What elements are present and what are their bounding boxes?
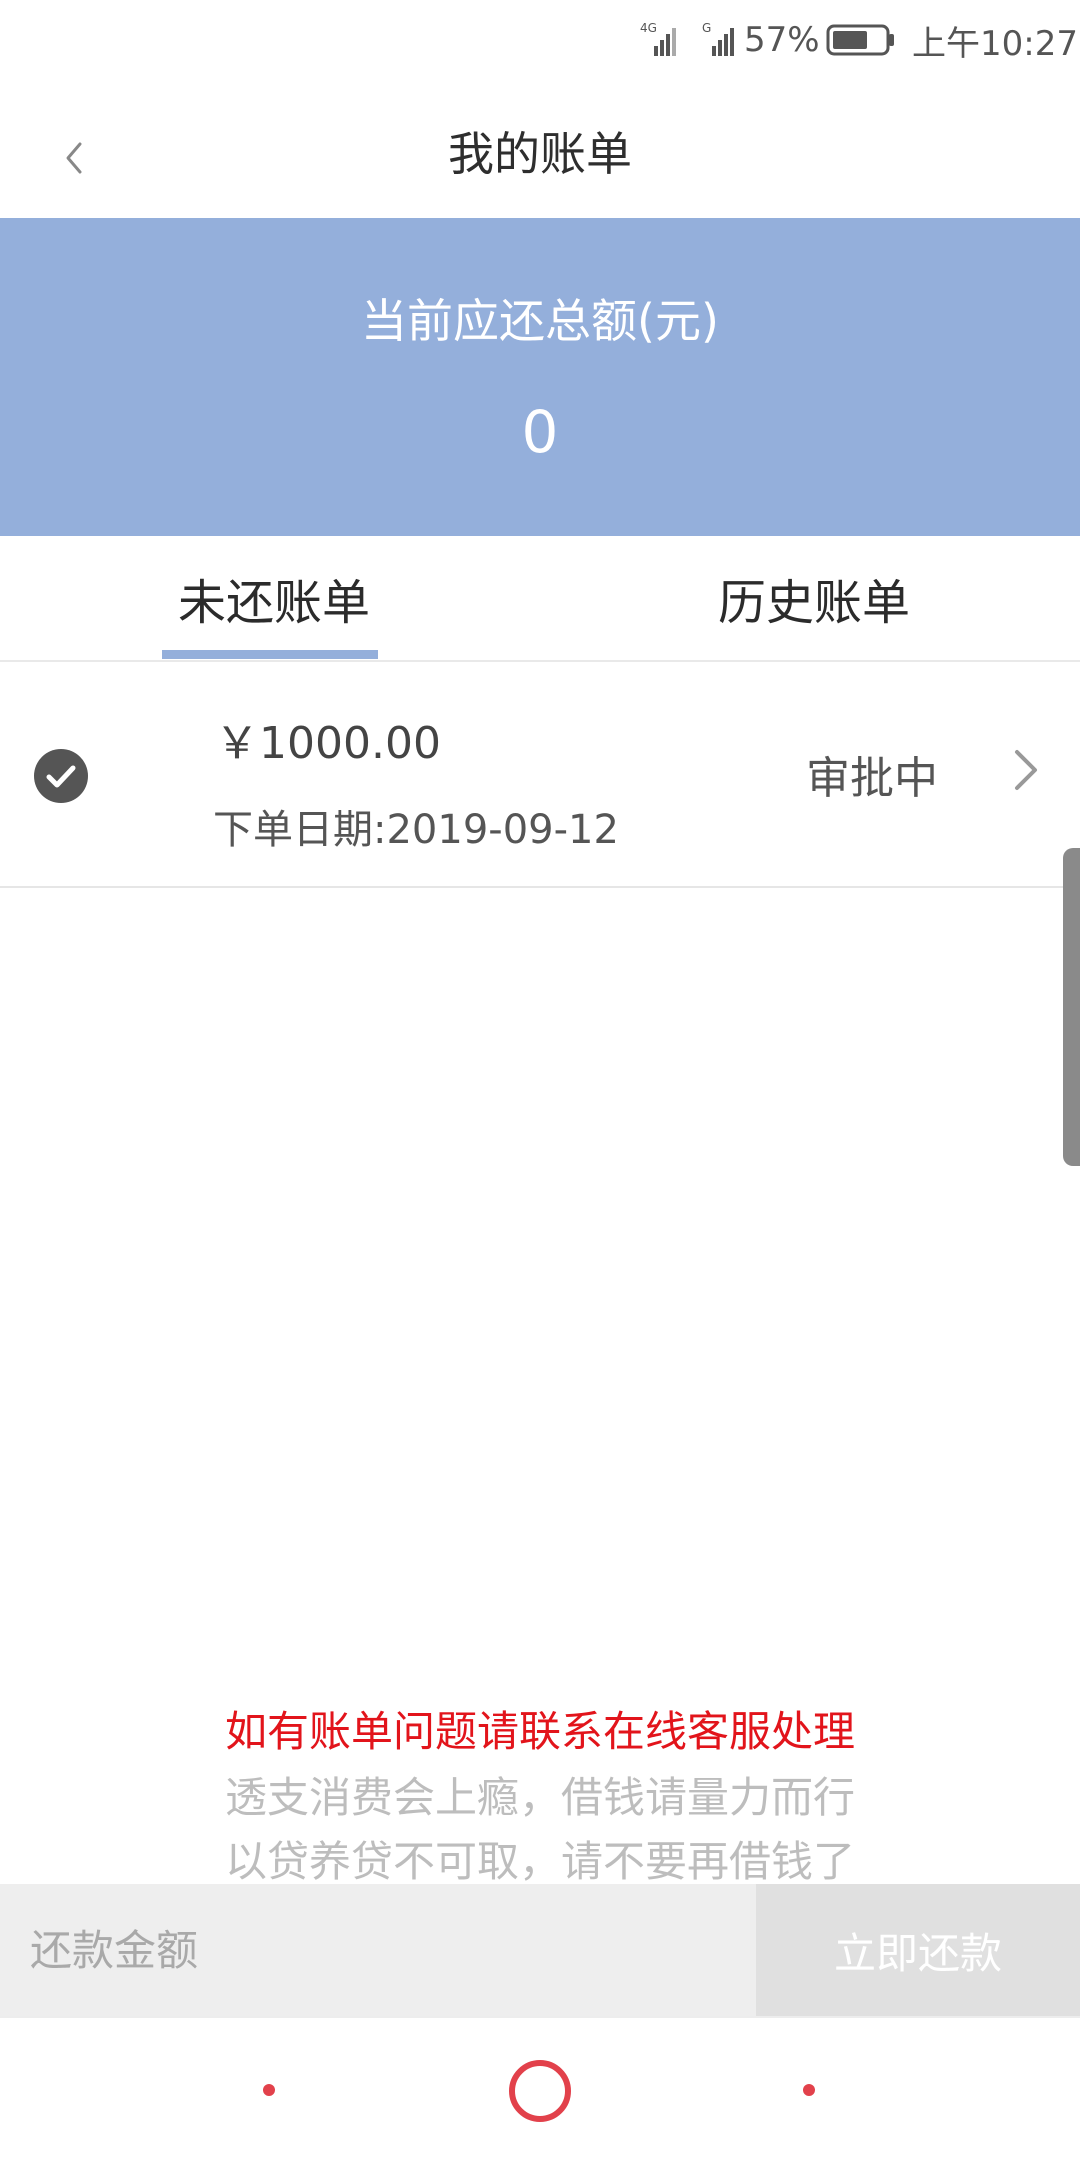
side-scroll-handle[interactable] <box>1063 848 1080 1166</box>
contact-notice: 如有账单问题请联系在线客服处理 <box>224 1707 855 1756</box>
bill-order-date: 下单日期:2019-09-12 <box>213 807 619 853</box>
total-due-amount: 0 <box>521 398 559 466</box>
summary-banner <box>0 218 1080 536</box>
bill-amount: ￥1000.00 <box>215 718 441 769</box>
svg-text:4G: 4G <box>640 21 657 35</box>
tab-label: 未还账单 <box>178 575 371 631</box>
page-title: 我的账单 <box>448 127 632 181</box>
tab-unpaid-bills[interactable]: 未还账单 <box>0 536 540 660</box>
repay-now-button[interactable]: 立即还款 <box>756 1884 1080 2016</box>
battery-percent: 57% <box>744 20 820 60</box>
repay-amount-input[interactable] <box>0 1884 756 2016</box>
clock: 上午10:27 <box>912 23 1078 64</box>
tab-label: 历史账单 <box>718 575 911 631</box>
battery-icon <box>826 0 896 80</box>
nav-back-dot[interactable] <box>263 2084 275 2096</box>
nav-recent-dot[interactable] <box>803 2084 815 2096</box>
active-tab-indicator <box>162 650 378 659</box>
chevron-right-icon <box>1005 742 1045 798</box>
check-circle-icon <box>33 748 89 804</box>
svg-text:G: G <box>702 21 711 35</box>
status-bar: 4G G 57% 上午10:27 <box>0 0 1080 80</box>
nav-home-button[interactable] <box>508 2059 572 2123</box>
bill-status: 审批中 <box>806 753 938 804</box>
warning-notice-1: 透支消费会上瘾，借钱请量力而行 <box>224 1773 855 1822</box>
bill-tabs: 未还账单 历史账单 <box>0 536 1080 662</box>
signal-4g-icon: 4G <box>640 0 680 80</box>
signal-g-icon: G <box>698 0 738 80</box>
tab-history-bills[interactable]: 历史账单 <box>540 536 1080 660</box>
total-due-label: 当前应还总额(元) <box>361 294 719 348</box>
warning-notice-2: 以贷养贷不可取，请不要再借钱了 <box>224 1837 855 1886</box>
home-circle-icon <box>509 2060 571 2122</box>
